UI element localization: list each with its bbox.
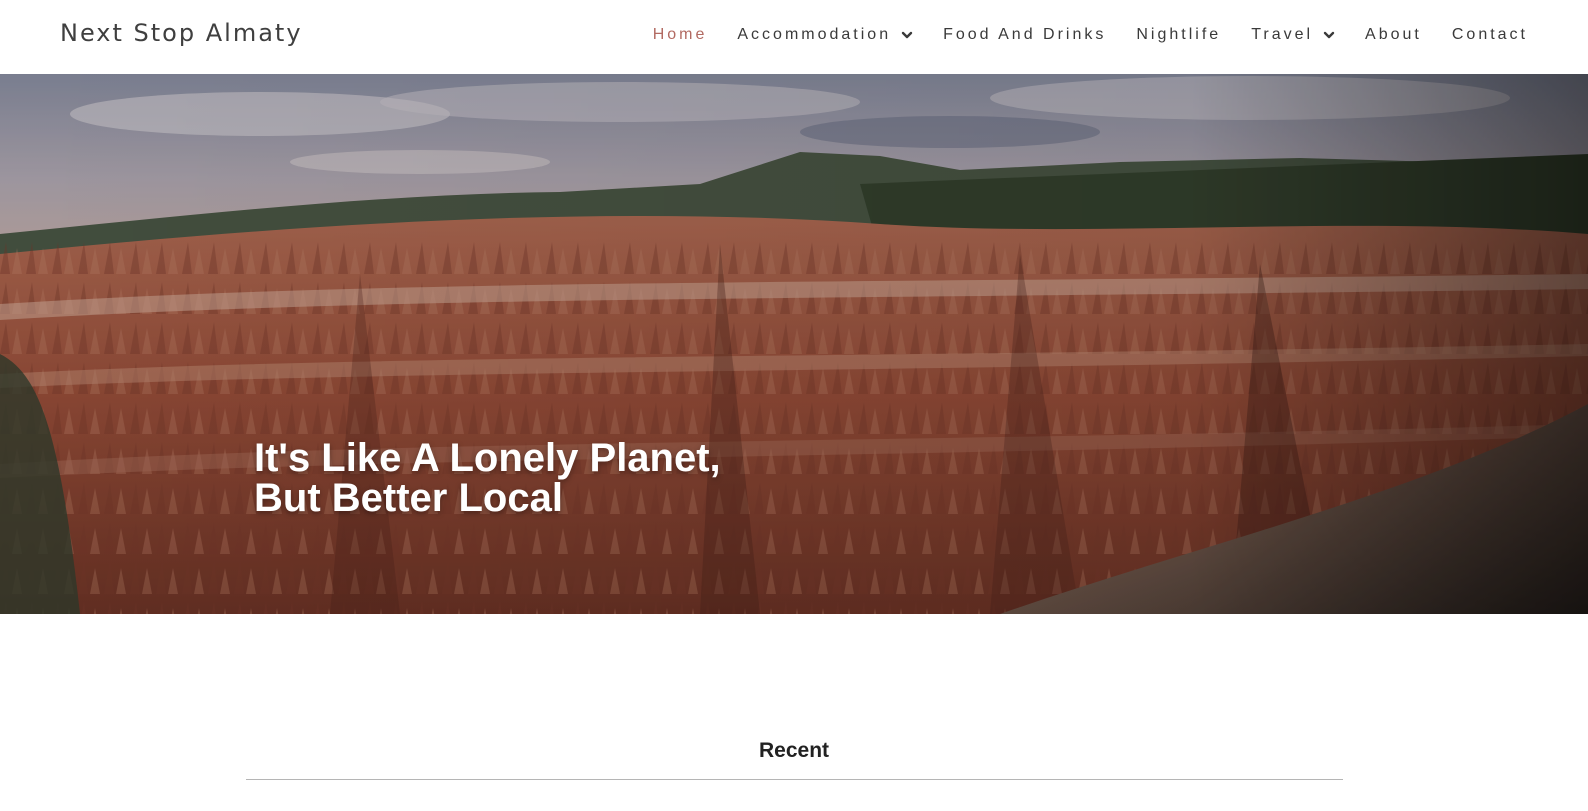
nav-item-about[interactable]: About bbox=[1365, 26, 1422, 44]
nav-item-food-and-drinks[interactable]: Food And Drinks bbox=[943, 26, 1106, 44]
hero-image bbox=[0, 74, 1588, 614]
chevron-down-icon[interactable] bbox=[901, 29, 913, 41]
nav-item-label: Home bbox=[652, 26, 708, 43]
recent-heading: Recent bbox=[758, 739, 830, 763]
nav-item-accommodation[interactable]: Accommodation bbox=[737, 26, 913, 44]
chevron-down-icon[interactable] bbox=[1323, 29, 1335, 41]
hero-banner: It's Like A Lonely Planet, But Better Lo… bbox=[0, 74, 1588, 614]
nav-item-label: Food And Drinks bbox=[943, 26, 1107, 43]
nav-item-label: Accommodation bbox=[737, 26, 892, 43]
nav-item-label: Nightlife bbox=[1136, 26, 1222, 43]
hero-title-line-2: But Better Local bbox=[254, 476, 563, 520]
main-nav: Home Accommodation Food And Drinks Night… bbox=[653, 26, 1528, 44]
nav-item-contact[interactable]: Contact bbox=[1452, 26, 1528, 44]
nav-item-label: Contact bbox=[1451, 26, 1528, 43]
nav-item-nightlife[interactable]: Nightlife bbox=[1136, 26, 1221, 44]
site-header: Next Stop Almaty Home Accommodation Food… bbox=[0, 0, 1588, 74]
nav-item-travel[interactable]: Travel bbox=[1251, 26, 1335, 44]
hero-title: It's Like A Lonely Planet, But Better Lo… bbox=[254, 438, 774, 518]
site-logo[interactable]: Next Stop Almaty bbox=[60, 19, 303, 47]
nav-item-label: Travel bbox=[1251, 26, 1314, 43]
section-divider bbox=[246, 779, 1343, 780]
nav-item-home[interactable]: Home bbox=[653, 26, 708, 44]
nav-item-label: About bbox=[1365, 26, 1422, 43]
hero-title-line-1: It's Like A Lonely Planet, bbox=[254, 436, 721, 480]
